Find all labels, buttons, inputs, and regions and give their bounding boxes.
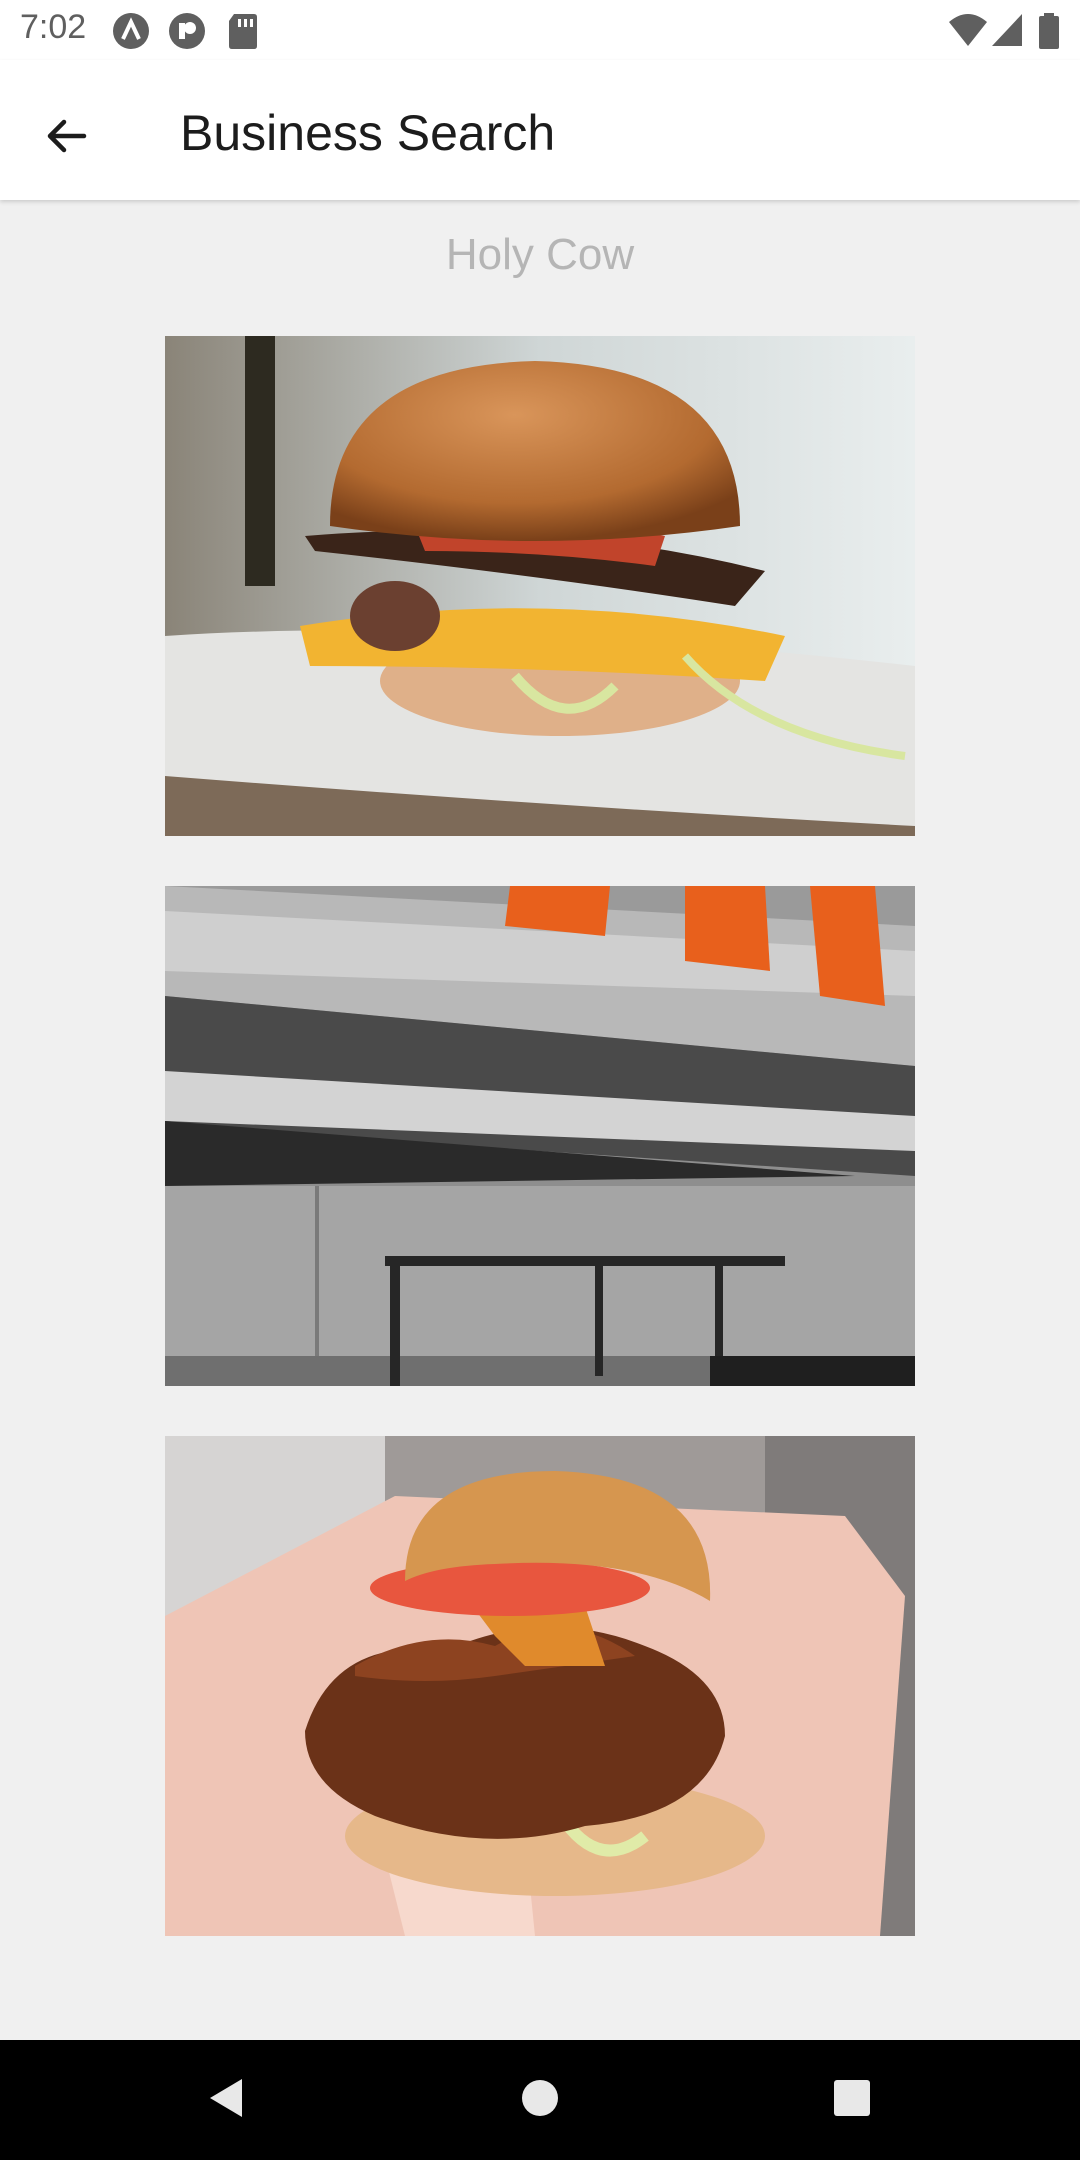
back-triangle-icon	[206, 2077, 246, 2124]
page-title: Business Search	[180, 105, 556, 161]
system-nav-bar	[0, 2040, 1080, 2160]
nav-home-button[interactable]	[500, 2060, 580, 2140]
home-circle-icon	[521, 2079, 559, 2122]
recents-square-icon	[833, 2079, 871, 2122]
notification-a-icon	[112, 12, 150, 50]
status-time: 7:02	[20, 8, 87, 46]
arrow-back-icon	[42, 112, 90, 165]
battery-icon	[1038, 12, 1060, 50]
signal-icon	[990, 12, 1024, 50]
sd-card-icon	[226, 12, 264, 50]
burger-photo[interactable]	[165, 336, 915, 836]
status-bar: 7:02	[0, 0, 1080, 60]
chicken-sandwich-photo[interactable]	[165, 1436, 915, 1936]
kitchen-photo[interactable]	[165, 886, 915, 1386]
wifi-icon	[948, 12, 988, 50]
notification-p-icon	[168, 12, 206, 50]
back-button[interactable]	[26, 98, 106, 178]
business-name: Holy Cow	[445, 230, 635, 279]
business-detail: Holy Cow	[0, 200, 1080, 2040]
app-bar: Business Search	[0, 60, 1080, 200]
nav-back-button[interactable]	[186, 2060, 266, 2140]
nav-recents-button[interactable]	[812, 2060, 892, 2140]
